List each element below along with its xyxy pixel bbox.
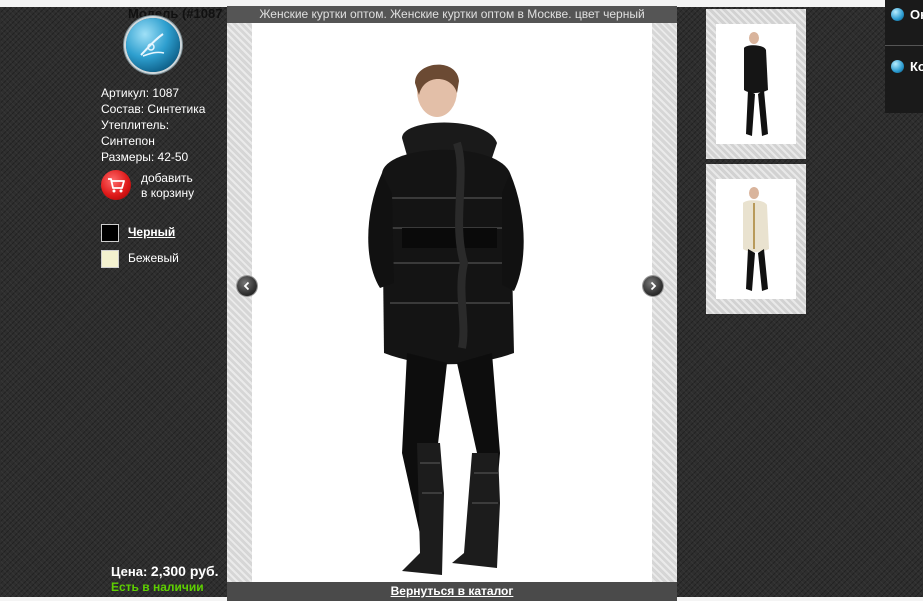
spec-insulation-value: Синтепон — [101, 134, 155, 148]
spec-composition: Состав: Синтетика — [101, 102, 206, 116]
globe-icon — [891, 8, 904, 21]
color-swatch-black — [101, 224, 119, 242]
side-menu-label-2: Ко — [910, 59, 923, 74]
spec-sizes: Размеры: 42-50 — [101, 150, 189, 164]
pen-icon — [140, 33, 165, 57]
side-menu-divider — [885, 45, 923, 46]
previous-image-button[interactable] — [237, 276, 257, 296]
next-image-button[interactable] — [643, 276, 663, 296]
spec-insulation-label: Утеплитель: — [101, 118, 170, 132]
model-title: Модель (#1087 — [128, 6, 223, 21]
product-specs: Артикул: 1087 Состав: Синтетика Утеплите… — [101, 85, 221, 165]
globe-icon — [891, 60, 904, 73]
add-to-cart-line2: в корзину — [141, 186, 195, 200]
image-lightbox: Женские куртки оптом. Женские куртки опт… — [227, 6, 677, 601]
side-menu-item-1[interactable]: Он — [888, 6, 923, 26]
thumbnail-beige[interactable] — [706, 164, 806, 314]
spec-article: Артикул: 1087 — [101, 86, 180, 100]
chevron-left-icon — [243, 281, 250, 291]
color-swatch-beige — [101, 250, 119, 268]
side-menu: Он Ко — [885, 0, 923, 113]
stock-status: Есть в наличии — [111, 580, 204, 594]
model-black-jacket-image — [368, 64, 524, 575]
back-to-catalog-link[interactable]: Вернуться в каталог — [391, 584, 514, 598]
shopping-cart-icon — [101, 170, 131, 200]
price-label: Цена: — [111, 564, 148, 579]
price-value: 2,300 руб. — [150, 563, 219, 579]
price: Цена: 2,300 руб. — [111, 563, 219, 579]
product-photo[interactable] — [252, 23, 652, 583]
thumbnail-black-image — [716, 24, 796, 144]
chevron-right-icon — [650, 281, 657, 291]
brand-logo — [126, 18, 180, 72]
thumbnail-beige-image — [716, 179, 796, 299]
color-label-beige: Бежевый — [128, 251, 179, 265]
side-menu-item-2[interactable]: Ко — [888, 58, 923, 78]
add-to-cart-label: добавить в корзину — [141, 171, 194, 201]
lightbox-footer: Вернуться в каталог — [227, 582, 677, 601]
lightbox-title: Женские куртки оптом. Женские куртки опт… — [227, 6, 677, 23]
color-label-black: Черный — [128, 225, 176, 239]
add-to-cart-line1: добавить — [141, 171, 193, 185]
add-to-cart-button[interactable]: добавить в корзину — [101, 170, 231, 204]
side-menu-label-1: Он — [910, 7, 923, 22]
thumbnail-black[interactable] — [706, 9, 806, 159]
